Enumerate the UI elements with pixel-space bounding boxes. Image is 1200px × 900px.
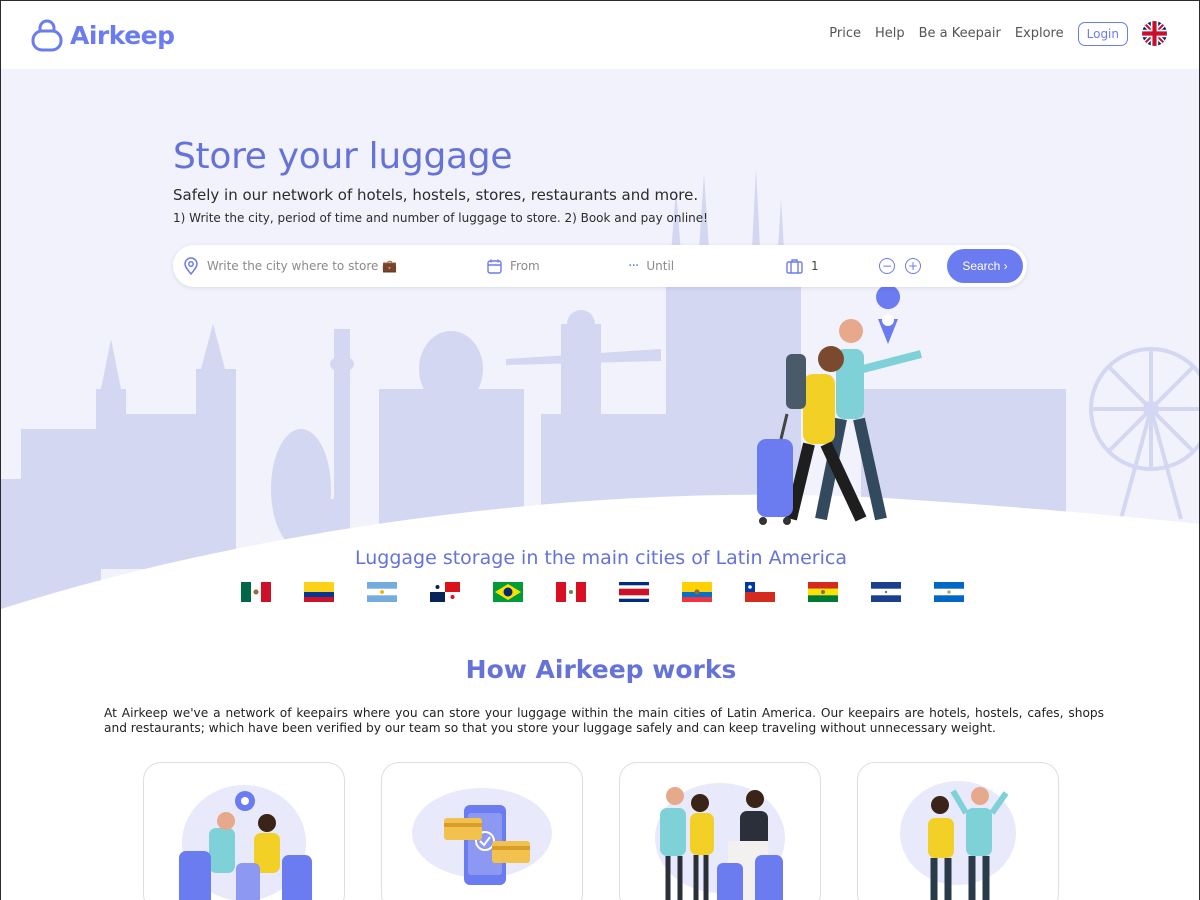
city-input[interactable]: Write the city where to store 💼 (207, 259, 397, 273)
search-button[interactable]: Search › (947, 249, 1023, 283)
until-input[interactable]: Until (646, 259, 674, 273)
nav-explore[interactable]: Explore (1015, 26, 1064, 41)
header: Airkeep Price Help Be a Keepair Explore … (0, 0, 1200, 69)
hero-subtitle: Safely in our network of hotels, hostels… (173, 186, 699, 204)
people-with-luggage-illustration (179, 785, 312, 900)
honduras-flag-icon[interactable] (871, 582, 901, 602)
logo[interactable]: Airkeep (30, 18, 175, 52)
colombia-flag-icon[interactable] (304, 582, 334, 602)
chile-flag-icon[interactable] (745, 582, 775, 602)
ferris-wheel (1089, 347, 1199, 520)
quantity-value: 1 (811, 259, 819, 273)
increase-quantity-button[interactable]: + (905, 245, 921, 287)
nav-be-a-keepair[interactable]: Be a Keepair (919, 26, 1001, 41)
suitcase-icon (786, 258, 803, 274)
location-pin-icon (184, 257, 198, 275)
logo-text: Airkeep (70, 20, 175, 50)
bolivia-flag-icon[interactable] (808, 582, 838, 602)
nav-help[interactable]: Help (875, 26, 905, 41)
plus-icon[interactable]: + (905, 258, 921, 274)
from-date-field[interactable]: From (487, 245, 540, 287)
luggage-quantity: 1 (786, 245, 819, 287)
top-nav: Price Help Be a Keepair Explore Login (829, 21, 1167, 46)
until-date-field[interactable]: ··· Until (628, 245, 674, 287)
brazil-flag-icon[interactable] (493, 582, 523, 602)
search-bar: Write the city where to store 💼 From ···… (173, 245, 1027, 287)
step-card-drop-luggage (619, 762, 821, 900)
nav-price[interactable]: Price (829, 26, 861, 41)
step-card-book-pay (381, 762, 583, 900)
login-button[interactable]: Login (1077, 21, 1128, 46)
hero-section: Store your luggage Safely in our network… (0, 69, 1200, 642)
from-input[interactable]: From (510, 259, 540, 273)
peru-flag-icon[interactable] (556, 582, 586, 602)
city-field[interactable]: Write the city where to store 💼 (183, 245, 397, 287)
argentina-flag-icon[interactable] (367, 582, 397, 602)
nicaragua-flag-icon[interactable] (934, 582, 964, 602)
panama-flag-icon[interactable] (430, 582, 460, 602)
uk-flag-icon[interactable] (1142, 21, 1167, 46)
phone-payment-illustration (412, 788, 552, 885)
lock-logo-icon (31, 19, 63, 52)
costa-rica-flag-icon[interactable] (619, 582, 649, 602)
steps-cards (143, 762, 1059, 900)
step-card-enjoy (857, 762, 1059, 900)
calendar-icon (487, 259, 502, 274)
ecuador-flag-icon[interactable] (682, 582, 712, 602)
minus-icon[interactable]: − (879, 258, 895, 274)
how-description: At Airkeep we've a network of keepairs w… (104, 706, 1104, 735)
mexico-flag-icon[interactable] (241, 582, 271, 602)
happy-travellers-illustration (900, 781, 1016, 900)
step-card-find-keepair (143, 762, 345, 900)
how-title: How Airkeep works (465, 655, 737, 684)
dots-icon: ··· (628, 258, 639, 274)
hero-title: Store your luggage (173, 136, 513, 177)
cities-title: Luggage storage in the main cities of La… (354, 547, 847, 569)
reception-illustration (655, 783, 785, 900)
how-it-works-section: How Airkeep works At Airkeep we've a net… (0, 642, 1200, 900)
hero-steps: 1) Write the city, period of time and nu… (173, 211, 708, 225)
country-flags (241, 582, 964, 602)
decrease-quantity-button[interactable]: − (879, 245, 895, 287)
